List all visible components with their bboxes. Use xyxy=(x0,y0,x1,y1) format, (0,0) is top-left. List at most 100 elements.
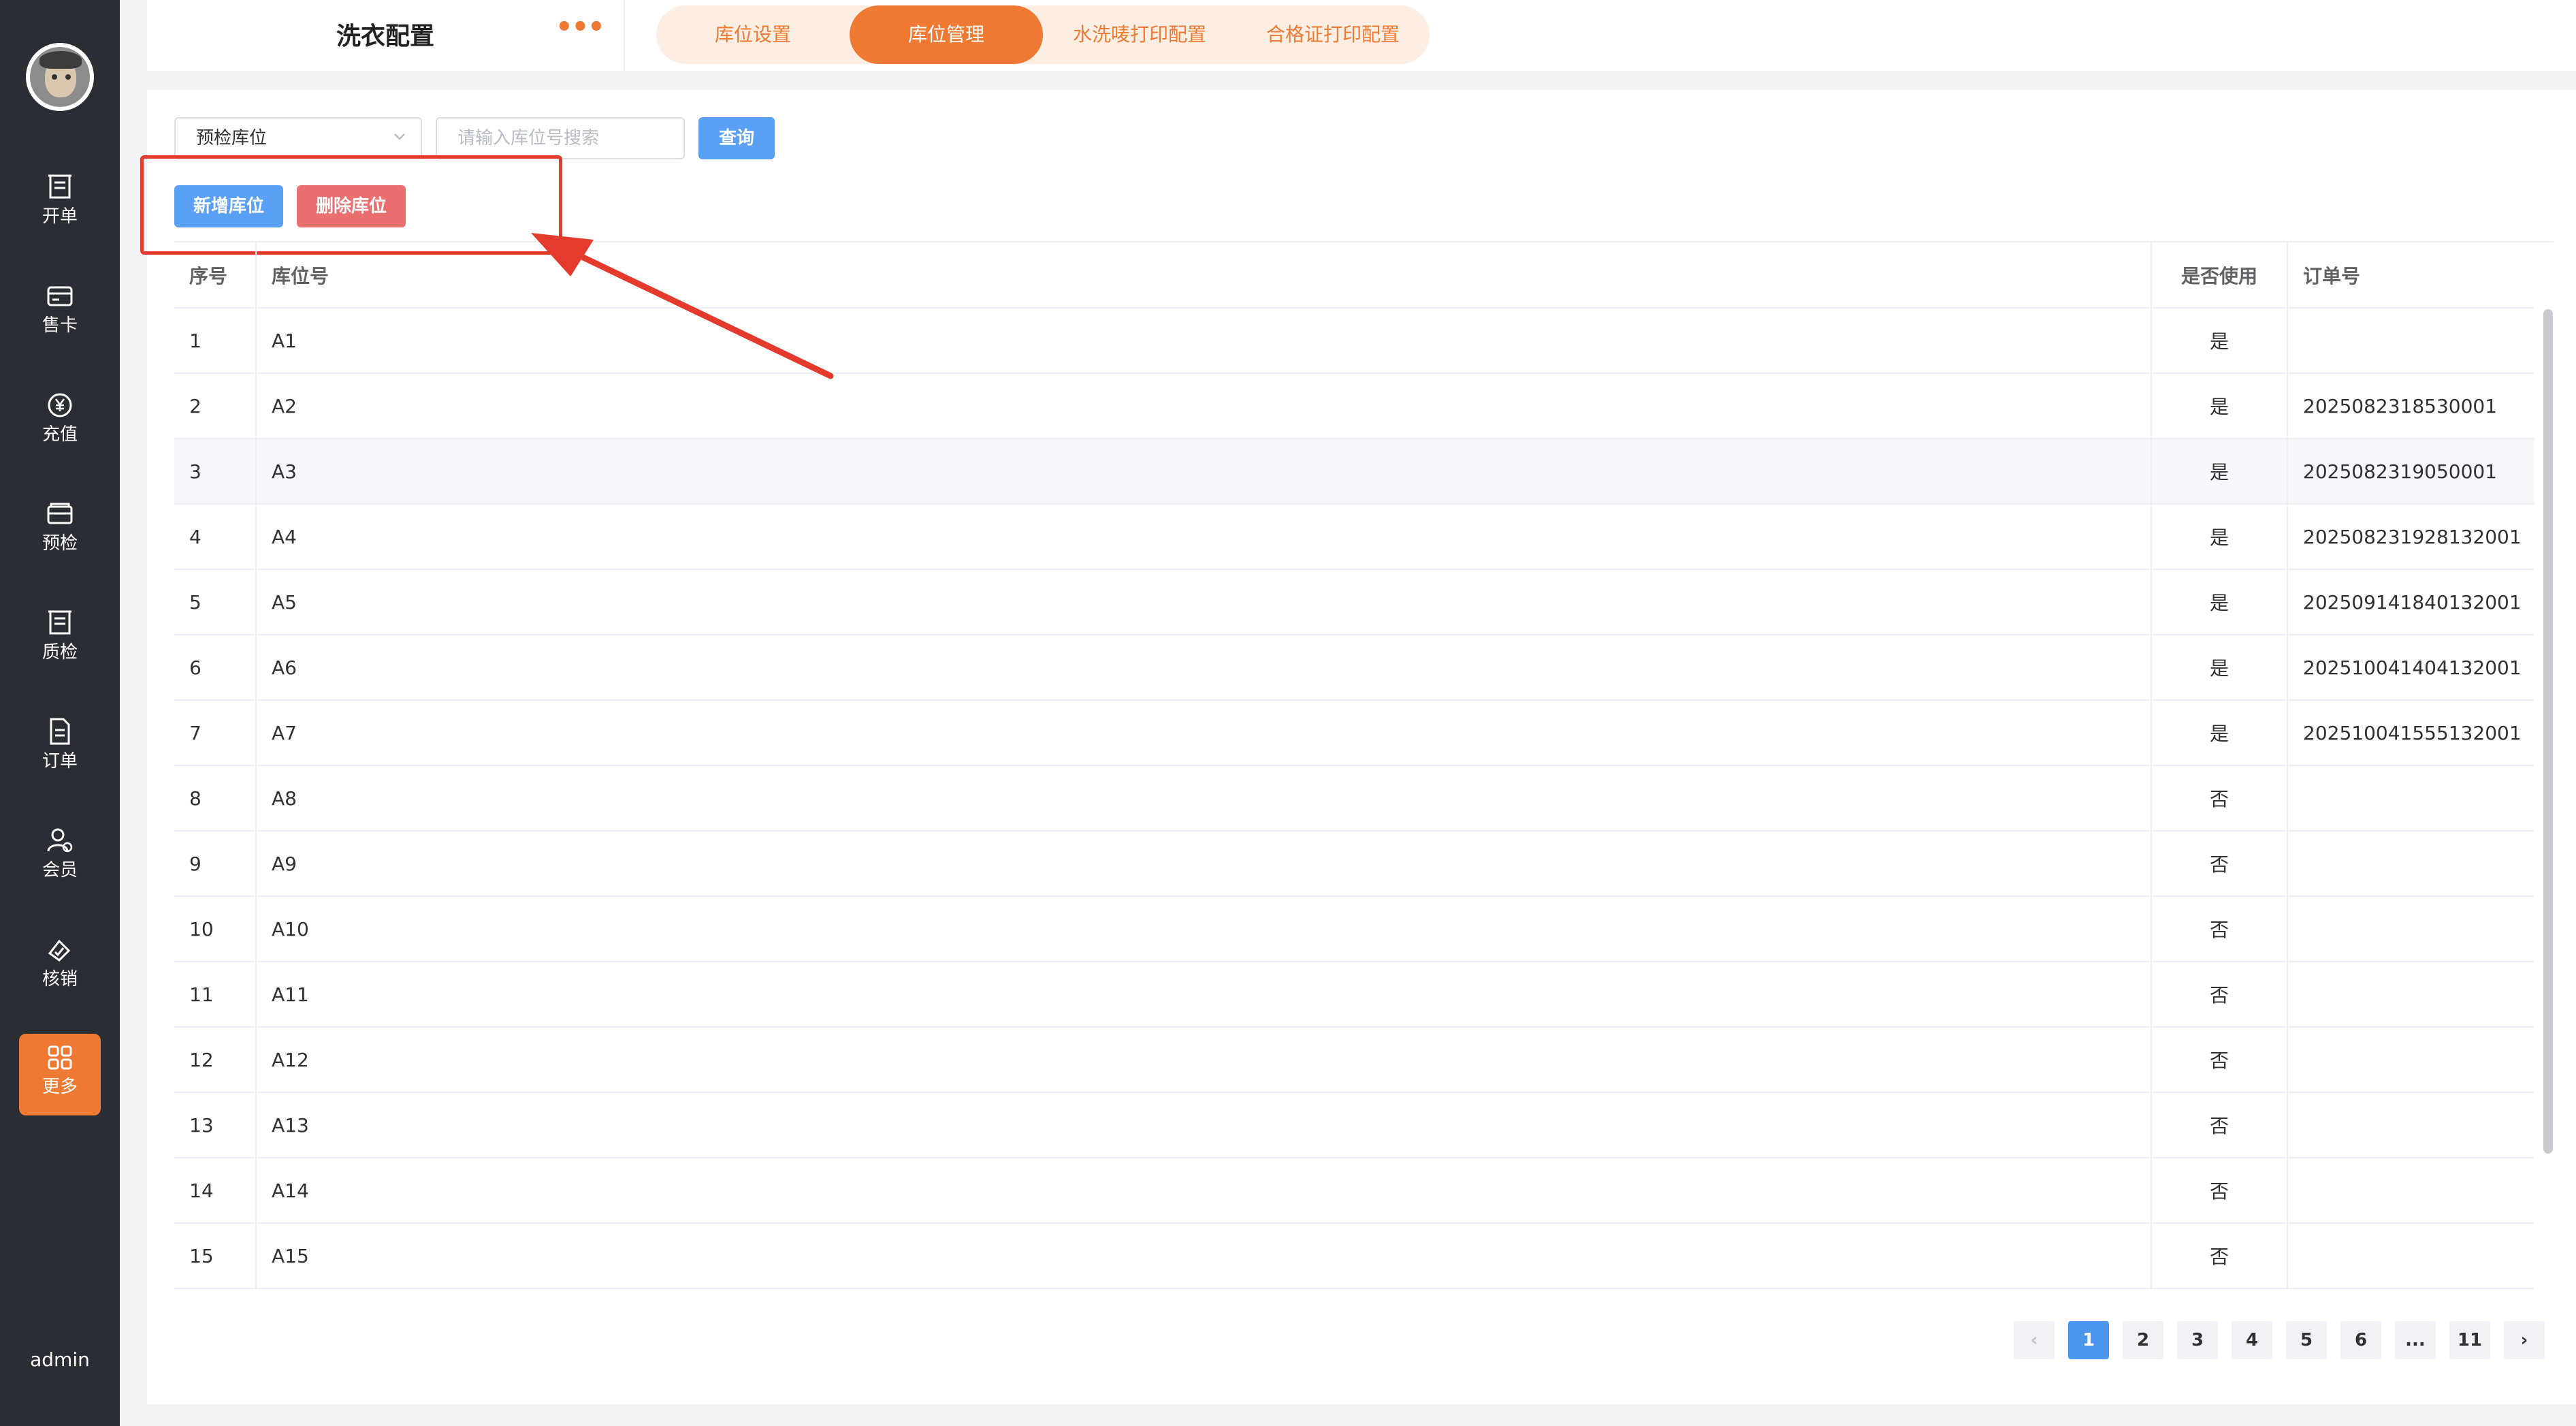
cell-location: A5 xyxy=(256,569,2152,635)
sidebar: 开单 售卡 充值 预检 质检 订单 会员 核销 更多 admin xyxy=(0,0,120,1426)
cell-order-number xyxy=(2287,1223,2534,1289)
delete-location-button[interactable]: 删除库位 xyxy=(297,185,406,227)
cell-in-use: 是 xyxy=(2151,635,2288,701)
cell-index: 8 xyxy=(174,765,257,831)
tab-certificate-print[interactable]: 合格证打印配置 xyxy=(1236,5,1430,64)
table-row[interactable]: 10 A10 否 xyxy=(174,896,2534,962)
page-title: 洗衣配置 xyxy=(336,22,435,50)
sidebar-item-chongzhi[interactable]: 充值 xyxy=(19,381,101,463)
column-header-index: 序号 xyxy=(174,242,257,308)
cell-location: A9 xyxy=(256,831,2152,897)
table-row[interactable]: 5 A5 是 202509141840132001 xyxy=(174,569,2534,635)
cell-order-number xyxy=(2287,1158,2534,1224)
cell-order-number: 2025082319050001 xyxy=(2287,439,2534,505)
cell-index: 1 xyxy=(174,308,257,374)
sidebar-item-label: 订单 xyxy=(42,751,78,772)
table-row[interactable]: 9 A9 否 xyxy=(174,831,2534,897)
cell-index: 15 xyxy=(174,1223,257,1289)
table-row[interactable]: 15 A15 否 xyxy=(174,1223,2534,1289)
tab-location-settings[interactable]: 库位设置 xyxy=(656,5,850,64)
grid-icon xyxy=(48,1045,72,1070)
table: 序号 库位号 是否使用 订单号 1 A1 是 2 A2 是 2025082318530001… xyxy=(174,242,2534,1289)
annotation-arrow xyxy=(531,233,834,379)
sidebar-item-yujian[interactable]: 预检 xyxy=(19,490,101,572)
tab-location-management[interactable]: 库位管理 xyxy=(850,5,1043,64)
table-row[interactable]: 7 A7 是 202510041555132001 xyxy=(174,700,2534,766)
table-row[interactable]: 14 A14 否 xyxy=(174,1158,2534,1224)
document-icon xyxy=(50,718,70,745)
cell-location: A8 xyxy=(256,765,2152,831)
add-location-button[interactable]: 新增库位 xyxy=(174,185,283,227)
table-row[interactable]: 6 A6 是 202510041404132001 xyxy=(174,635,2534,701)
cell-location: A3 xyxy=(256,439,2152,505)
cell-location: A15 xyxy=(256,1223,2152,1289)
cell-in-use: 是 xyxy=(2151,439,2288,505)
cell-in-use: 是 xyxy=(2151,504,2288,570)
sidebar-item-dingdan[interactable]: 订单 xyxy=(19,708,101,790)
cell-in-use: 否 xyxy=(2151,1223,2288,1289)
cell-order-number xyxy=(2287,962,2534,1028)
cell-location: A7 xyxy=(256,700,2152,766)
column-header-order-number: 订单号 xyxy=(2287,242,2534,308)
sidebar-item-huiyuan[interactable]: 会员 xyxy=(19,817,101,899)
member-icon xyxy=(47,828,73,853)
cell-index: 7 xyxy=(174,700,257,766)
cell-in-use: 是 xyxy=(2151,308,2288,374)
more-options-button[interactable]: ••• xyxy=(556,14,605,42)
page-11[interactable]: 11 xyxy=(2449,1321,2490,1359)
prev-page-button[interactable]: ‹ xyxy=(2014,1321,2055,1359)
cell-order-number: 202510041404132001 xyxy=(2287,635,2534,701)
query-button[interactable]: 查询 xyxy=(698,117,775,159)
page-2[interactable]: 2 xyxy=(2123,1321,2163,1359)
cell-in-use: 否 xyxy=(2151,1158,2288,1224)
page-ellipsis[interactable]: ... xyxy=(2395,1321,2436,1359)
cell-index: 4 xyxy=(174,504,257,570)
column-header-in-use: 是否使用 xyxy=(2151,242,2288,308)
sidebar-item-kaidan[interactable]: 开单 xyxy=(19,163,101,245)
table-row[interactable]: 12 A12 否 xyxy=(174,1027,2534,1093)
page-3[interactable]: 3 xyxy=(2177,1321,2218,1359)
next-page-button[interactable]: › xyxy=(2504,1321,2545,1359)
sidebar-item-hexiao[interactable]: 核销 xyxy=(19,926,101,1008)
cell-location: A13 xyxy=(256,1092,2152,1158)
avatar[interactable] xyxy=(26,43,94,111)
cell-index: 12 xyxy=(174,1027,257,1093)
table-row[interactable]: 11 A11 否 xyxy=(174,962,2534,1028)
cell-index: 6 xyxy=(174,635,257,701)
current-user[interactable]: admin xyxy=(0,1348,120,1371)
page-6[interactable]: 6 xyxy=(2340,1321,2381,1359)
table-row[interactable]: 3 A3 是 2025082319050001 xyxy=(174,439,2534,505)
page-4[interactable]: 4 xyxy=(2232,1321,2272,1359)
cell-index: 2 xyxy=(174,373,257,439)
location-search-input[interactable] xyxy=(436,117,685,159)
cell-index: 5 xyxy=(174,569,257,635)
main-panel: 预检库位 查询 新增库位 删除库位 序号 库位号 是否使用 xyxy=(140,90,2576,1404)
location-type-select[interactable]: 预检库位 xyxy=(174,117,422,159)
table-scrollbar[interactable] xyxy=(2543,309,2553,1154)
sidebar-item-label: 更多 xyxy=(42,1077,78,1097)
cell-index: 9 xyxy=(174,831,257,897)
cell-in-use: 否 xyxy=(2151,1027,2288,1093)
cell-order-number xyxy=(2287,1027,2534,1093)
select-value: 预检库位 xyxy=(196,128,268,148)
cell-order-number xyxy=(2287,896,2534,962)
writeoff-icon xyxy=(48,939,71,962)
table-row[interactable]: 8 A8 否 xyxy=(174,765,2534,831)
sidebar-item-label: 售卡 xyxy=(42,315,78,336)
sidebar-item-shouka[interactable]: 售卡 xyxy=(19,272,101,354)
tab-wash-label-print[interactable]: 水洗唛打印配置 xyxy=(1043,5,1236,64)
cell-in-use: 是 xyxy=(2151,700,2288,766)
page-1[interactable]: 1 xyxy=(2068,1321,2109,1359)
cell-order-number: 202509141840132001 xyxy=(2287,569,2534,635)
sidebar-item-gengduo[interactable]: 更多 xyxy=(19,1034,101,1115)
header-divider xyxy=(624,0,625,71)
sidebar-item-label: 充值 xyxy=(42,424,78,445)
cell-order-number xyxy=(2287,831,2534,897)
sidebar-item-label: 质检 xyxy=(42,642,78,663)
sidebar-item-zhijian[interactable]: 质检 xyxy=(19,599,101,681)
page-5[interactable]: 5 xyxy=(2286,1321,2327,1359)
table-row[interactable]: 13 A13 否 xyxy=(174,1092,2534,1158)
table-row[interactable]: 4 A4 是 202508231928132001 xyxy=(174,504,2534,570)
config-tabs: 库位设置 库位管理 水洗唛打印配置 合格证打印配置 xyxy=(656,5,1430,64)
cell-location: A4 xyxy=(256,504,2152,570)
